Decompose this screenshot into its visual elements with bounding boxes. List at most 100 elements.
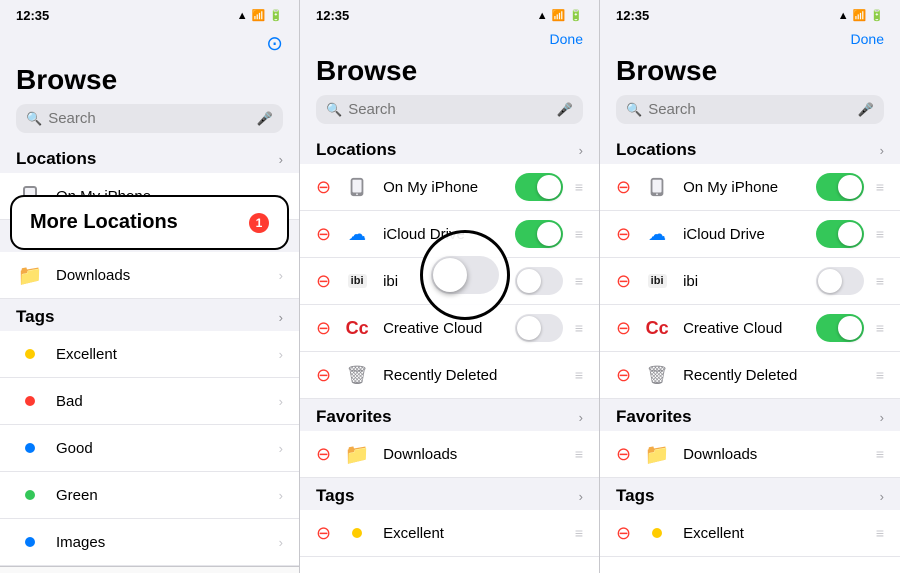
more-locations-box[interactable]: More Locations 1 xyxy=(10,195,289,250)
screen-1: 12:35 ▲ 📶 🔋 ⊙ Browse 🔍 🎤 Locations › On … xyxy=(0,0,300,573)
chevron-down-tags-1: › xyxy=(279,310,283,325)
big-toggle[interactable] xyxy=(431,256,499,294)
minus-icon-3c[interactable]: ⊖ xyxy=(616,271,631,292)
favorites-header-2: Favorites › xyxy=(300,399,599,431)
tags-title-2: Tags xyxy=(316,486,354,506)
dot-yellow-icon-1 xyxy=(16,340,44,368)
minus-icon-3b[interactable]: ⊖ xyxy=(616,224,631,245)
reorder-icon-2b: ≡ xyxy=(575,226,583,242)
item-on-my-iphone-3[interactable]: ⊖ On My iPhone ≡ xyxy=(600,164,900,211)
cc-icon-3: Cc xyxy=(643,314,671,342)
downloads-label-3: Downloads xyxy=(683,446,864,463)
toggle-on-my-iphone-2[interactable] xyxy=(515,173,563,201)
item-cc-3[interactable]: ⊖ Cc Creative Cloud ≡ xyxy=(600,305,900,352)
minus-icon-3f[interactable]: ⊖ xyxy=(616,444,631,465)
chevron-right-images-1: › xyxy=(279,535,283,550)
reorder-excellent-3: ≡ xyxy=(876,525,884,541)
dot-green-icon-1 xyxy=(16,481,44,509)
tag-excellent-2[interactable]: ⊖ Excellent ≡ xyxy=(300,510,599,557)
battery-icon-1: 🔋 xyxy=(269,9,283,22)
item-icloud-3[interactable]: ⊖ ☁ iCloud Drive ≡ xyxy=(600,211,900,258)
dot-blue2-icon-1 xyxy=(16,528,44,556)
status-time-3: 12:35 xyxy=(616,8,649,23)
downloads-label-2: Downloads xyxy=(383,446,563,463)
locations-header-1: Locations › xyxy=(0,141,299,173)
item-ibi-3[interactable]: ⊖ ibi ibi ≡ xyxy=(600,258,900,305)
item-recently-deleted-3[interactable]: ⊖ 🗑 Recently Deleted ≡ xyxy=(600,352,900,399)
chevron-tags-2: › xyxy=(579,489,583,504)
reorder-icon-2d: ≡ xyxy=(575,320,583,336)
minus-icon-2d[interactable]: ⊖ xyxy=(316,318,331,339)
chevron-right-green-1: › xyxy=(279,488,283,503)
search-icon-2: 🔍 xyxy=(326,102,342,118)
done-button-3[interactable]: Done xyxy=(851,31,884,47)
toggle-cc-2[interactable] xyxy=(515,314,563,342)
green-label-1: Green xyxy=(56,487,267,504)
minus-icon-3e[interactable]: ⊖ xyxy=(616,365,631,386)
search-input-3[interactable] xyxy=(648,101,852,118)
minus-bad-2[interactable]: ⊖ xyxy=(316,570,331,573)
minus-icon-2e[interactable]: ⊖ xyxy=(316,365,331,386)
tag-green-1[interactable]: Green › xyxy=(0,472,299,519)
toggle-cc-3[interactable] xyxy=(816,314,864,342)
trash-icon-2: 🗑 xyxy=(343,361,371,389)
minus-bad-3[interactable]: ⊖ xyxy=(616,570,631,573)
mic-icon-1: 🎤 xyxy=(257,111,273,127)
search-bar-3[interactable]: 🔍 🎤 xyxy=(616,95,884,124)
ellipsis-button-1[interactable]: ⊙ xyxy=(266,31,283,56)
tag-bad-3[interactable]: ⊖ Bad ≡ xyxy=(600,557,900,573)
search-icon-1: 🔍 xyxy=(26,111,42,127)
minus-excellent-3[interactable]: ⊖ xyxy=(616,523,631,544)
search-bar-2[interactable]: 🔍 🎤 xyxy=(316,95,583,124)
toggle-icloud-3[interactable] xyxy=(816,220,864,248)
battery-icon-2: 🔋 xyxy=(569,9,583,22)
minus-icon-3a[interactable]: ⊖ xyxy=(616,177,631,198)
folder-icon-2: 📁 xyxy=(343,440,371,468)
dot-red-3 xyxy=(643,566,671,573)
tag-bad-2[interactable]: ⊖ Bad ≡ xyxy=(300,557,599,573)
cc-icon-2: Cc xyxy=(343,314,371,342)
favorites-title-2: Favorites xyxy=(316,407,392,427)
minus-excellent-2[interactable]: ⊖ xyxy=(316,523,331,544)
tag-good-1[interactable]: Good › xyxy=(0,425,299,472)
on-my-iphone-label-3: On My iPhone xyxy=(683,179,804,196)
minus-icon-2b[interactable]: ⊖ xyxy=(316,224,331,245)
toggle-ibi-3[interactable] xyxy=(816,267,864,295)
recently-deleted-label-3: Recently Deleted xyxy=(683,367,864,384)
downloads-label-1: Downloads xyxy=(56,267,267,284)
mic-icon-3: 🎤 xyxy=(858,102,874,118)
excellent-label-2: Excellent xyxy=(383,525,563,542)
item-recently-deleted-2[interactable]: ⊖ 🗑 Recently Deleted ≡ xyxy=(300,352,599,399)
tag-images-1[interactable]: Images › xyxy=(0,519,299,566)
icloud-label-3: iCloud Drive xyxy=(683,226,804,243)
search-bar-1[interactable]: 🔍 🎤 xyxy=(16,104,283,133)
done-button-2[interactable]: Done xyxy=(550,31,583,47)
tag-excellent-1[interactable]: Excellent › xyxy=(0,331,299,378)
locations-header-3: Locations › xyxy=(600,132,900,164)
wifi-icon-3: 📶 xyxy=(853,9,867,22)
chevron-locations-2: › xyxy=(579,143,583,158)
tab-bar-1: 🕐 Recents 📁 Browse xyxy=(0,566,299,573)
list-item-downloads-1[interactable]: 📁 Downloads › xyxy=(0,252,299,299)
reorder-icon-3a: ≡ xyxy=(876,179,884,195)
folder-icon-3: 📁 xyxy=(643,440,671,468)
locations-header-2: Locations › xyxy=(300,132,599,164)
excellent-label-3: Excellent xyxy=(683,525,864,542)
item-on-my-iphone-2[interactable]: ⊖ On My iPhone ≡ xyxy=(300,164,599,211)
minus-icon-2f[interactable]: ⊖ xyxy=(316,444,331,465)
item-downloads-3[interactable]: ⊖ 📁 Downloads ≡ xyxy=(600,431,900,478)
images-label-1: Images xyxy=(56,534,267,551)
minus-icon-2c[interactable]: ⊖ xyxy=(316,271,331,292)
minus-icon-3d[interactable]: ⊖ xyxy=(616,318,631,339)
phone-icon-3 xyxy=(643,173,671,201)
minus-icon-2a[interactable]: ⊖ xyxy=(316,177,331,198)
search-input-2[interactable] xyxy=(348,101,551,118)
toggle-on-my-iphone-3[interactable] xyxy=(816,173,864,201)
item-downloads-2[interactable]: ⊖ 📁 Downloads ≡ xyxy=(300,431,599,478)
wifi-icon-1: 📶 xyxy=(252,9,266,22)
search-input-1[interactable] xyxy=(48,110,251,127)
toggle-ibi-2[interactable] xyxy=(515,267,563,295)
tag-bad-1[interactable]: Bad › xyxy=(0,378,299,425)
toggle-icloud-2[interactable] xyxy=(515,220,563,248)
tag-excellent-3[interactable]: ⊖ Excellent ≡ xyxy=(600,510,900,557)
